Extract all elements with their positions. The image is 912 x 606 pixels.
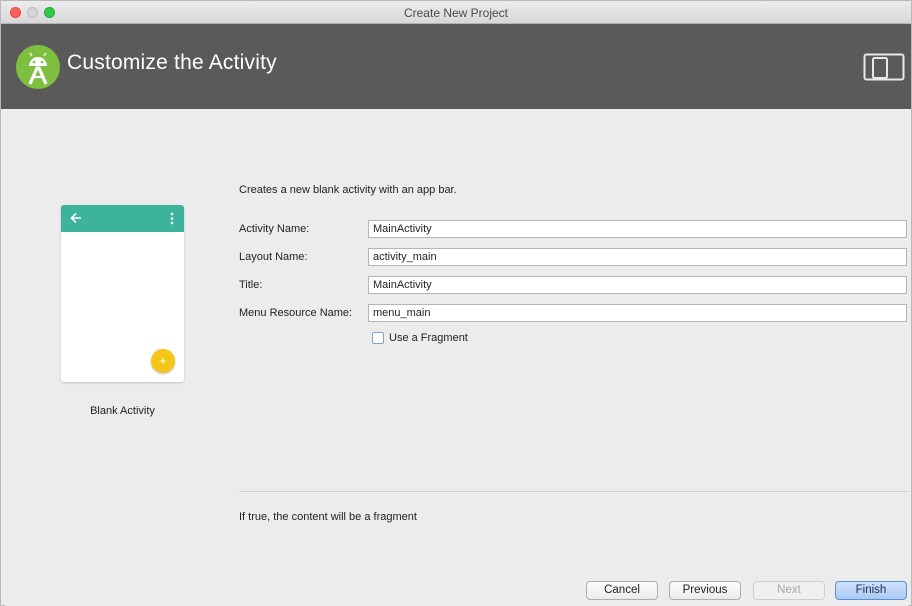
android-studio-icon: [16, 45, 60, 89]
help-divider: [239, 491, 907, 492]
preview-app-bar: [61, 205, 184, 232]
finish-button[interactable]: Finish: [835, 581, 907, 600]
title-bar[interactable]: Create New Project: [1, 1, 911, 24]
help-text: If true, the content will be a fragment: [239, 511, 417, 523]
use-fragment-label[interactable]: Use a Fragment: [389, 332, 468, 344]
cancel-button[interactable]: Cancel: [586, 581, 658, 600]
layout-name-input[interactable]: [368, 248, 907, 266]
title-input[interactable]: [368, 276, 907, 294]
activity-name-input[interactable]: [368, 220, 907, 238]
activity-preview: +: [61, 205, 184, 382]
title-label: Title:: [239, 279, 263, 291]
activity-description: Creates a new blank activity with an app…: [239, 184, 457, 196]
menu-resource-name-input[interactable]: [368, 304, 907, 322]
layout-name-label: Layout Name:: [239, 251, 308, 263]
back-arrow-icon: [70, 212, 81, 224]
floating-action-button-icon: +: [151, 349, 175, 373]
page-title: Customize the Activity: [67, 51, 277, 74]
window-title: Create New Project: [403, 6, 509, 20]
previous-button[interactable]: Previous: [669, 581, 741, 600]
create-project-window: Create New Project Customize the Activit…: [0, 0, 912, 606]
menu-resource-name-label: Menu Resource Name:: [239, 307, 353, 319]
next-button[interactable]: Next: [753, 581, 825, 600]
phone-tablet-icon: [863, 53, 905, 81]
use-fragment-checkbox[interactable]: [372, 332, 384, 344]
activity-name-label: Activity Name:: [239, 223, 310, 235]
wizard-header: Customize the Activity: [1, 24, 911, 109]
overflow-menu-icon: [170, 212, 174, 225]
template-name: Blank Activity: [90, 405, 155, 417]
